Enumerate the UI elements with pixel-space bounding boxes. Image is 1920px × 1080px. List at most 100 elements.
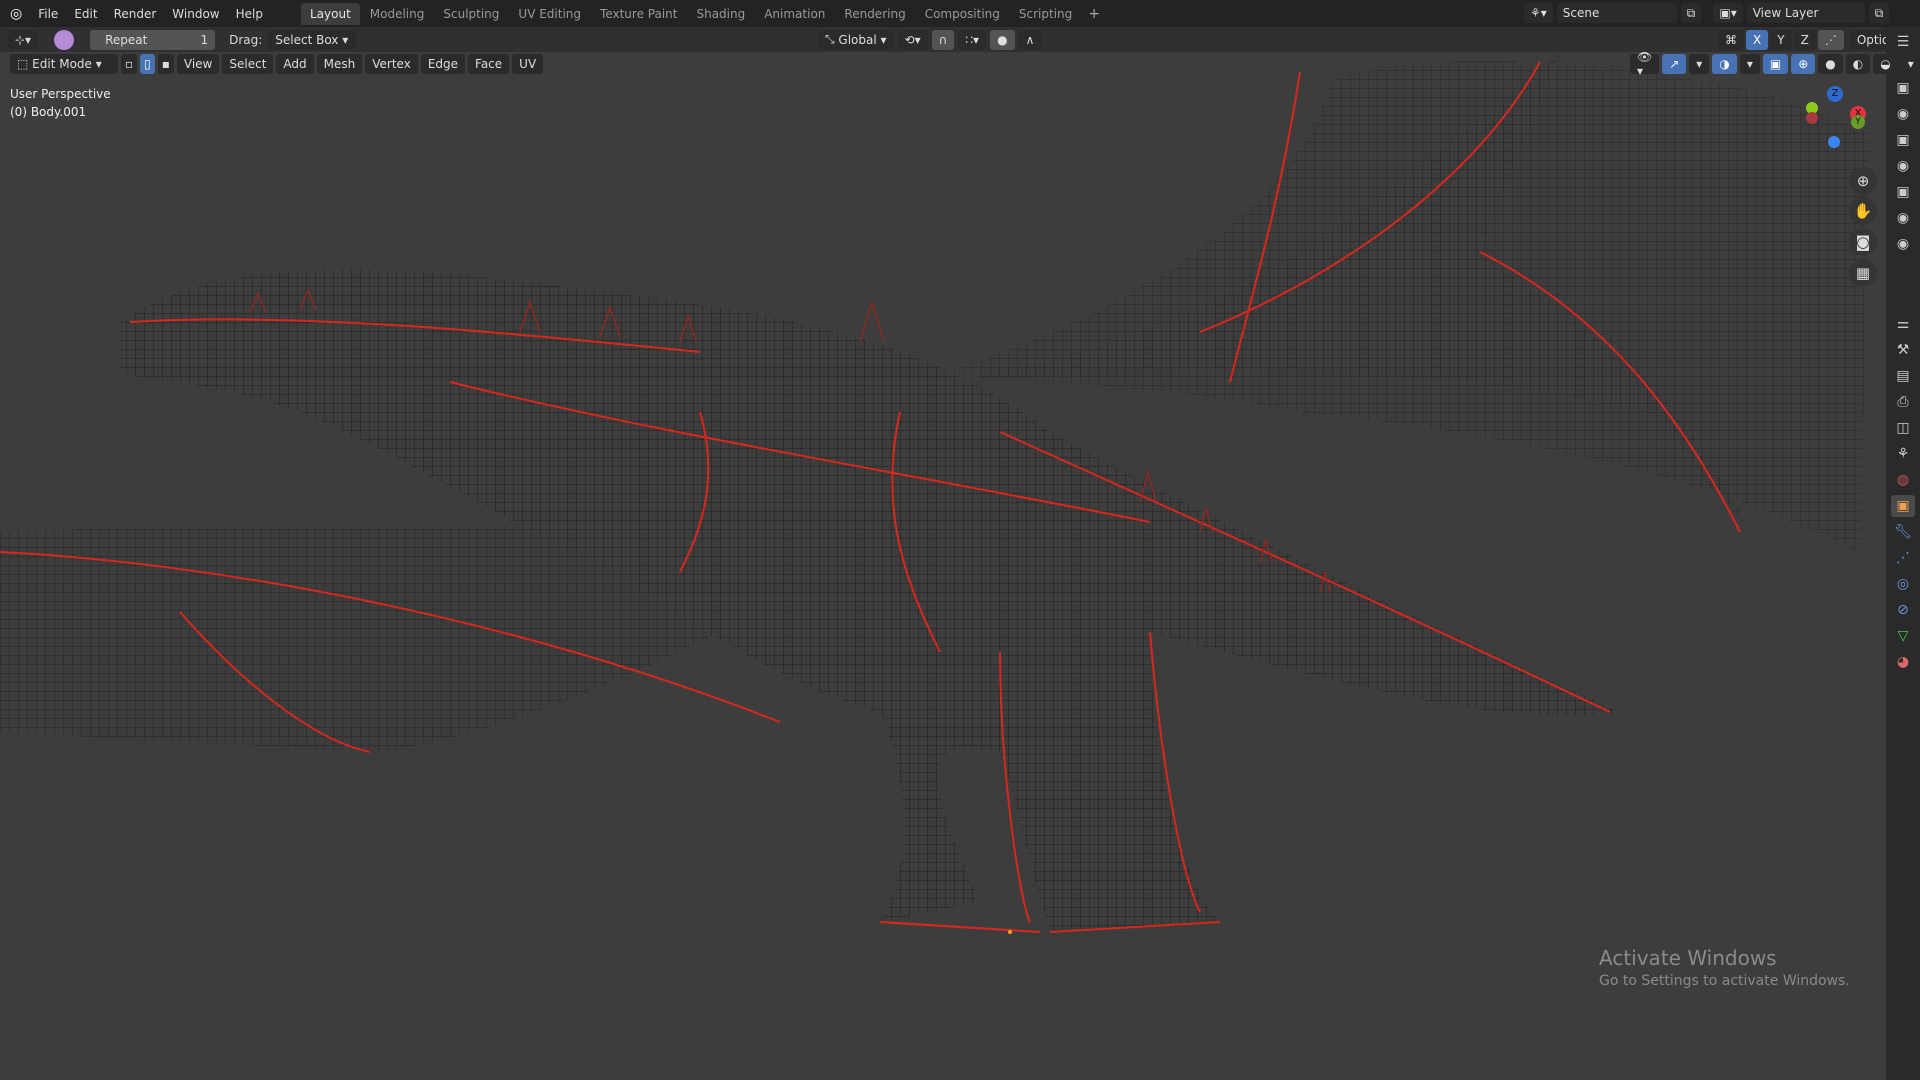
camera-visibility-icon-4[interactable]: ◉ xyxy=(1891,233,1915,255)
view-layer-copy-icon[interactable]: ⧉ xyxy=(1868,3,1890,23)
constraint-properties-icon[interactable]: ⊘ xyxy=(1891,599,1915,621)
mirror-x-toggle[interactable]: X xyxy=(1746,29,1769,50)
camera-view-icon[interactable]: ◙ xyxy=(1849,228,1877,256)
proportional-edit-icon[interactable]: ● xyxy=(990,29,1015,50)
render-camera-icon-2[interactable]: ▣ xyxy=(1891,129,1915,151)
mirror-z-toggle[interactable]: Z xyxy=(1793,29,1816,50)
overlay-toggle-icon[interactable]: ◑ xyxy=(1712,54,1737,74)
editor-type-icon[interactable]: ⊹▾ xyxy=(8,29,39,50)
scene-field[interactable]: Scene xyxy=(1556,3,1677,23)
blender-logo-icon[interactable]: ◎ xyxy=(0,6,30,22)
camera-visibility-icon-3[interactable]: ◉ xyxy=(1891,207,1915,229)
menu-render[interactable]: Render xyxy=(106,7,165,21)
shading-solid-icon[interactable]: ● xyxy=(1818,54,1843,74)
drag-dropdown[interactable]: Select Box ▾ xyxy=(268,29,357,50)
mirror-y-toggle[interactable]: Y xyxy=(1770,29,1792,50)
shading-wireframe-icon[interactable]: ⊕ xyxy=(1791,54,1816,74)
view-layer-icon[interactable]: ▣▾ xyxy=(1713,3,1743,23)
visibility-icon[interactable]: 👁▾ xyxy=(1630,50,1660,78)
tab-modeling[interactable]: Modeling xyxy=(361,3,434,25)
mode-dropdown[interactable]: ⬚ Edit Mode ▾ xyxy=(10,54,118,74)
menu-uv[interactable]: UV xyxy=(512,54,544,74)
gizmo-dropdown[interactable]: ▾ xyxy=(1689,54,1710,74)
menu-mesh[interactable]: Mesh xyxy=(316,54,363,74)
particle-properties-icon[interactable]: ⋰ xyxy=(1891,547,1915,569)
scene-selector-icon[interactable]: ⚘▾ xyxy=(1524,3,1553,23)
pivot-icon[interactable]: ⟲▾ xyxy=(897,29,928,50)
menu-edit[interactable]: Edit xyxy=(66,7,105,21)
pan-hand-icon[interactable]: ✋ xyxy=(1849,197,1877,225)
tab-compositing[interactable]: Compositing xyxy=(916,3,1009,25)
menu-add[interactable]: Add xyxy=(276,54,314,74)
scene-properties-icon[interactable]: ⚘ xyxy=(1891,443,1915,465)
tab-texture-paint[interactable]: Texture Paint xyxy=(591,3,686,25)
mirror-icon[interactable]: ⌘ xyxy=(1718,29,1744,50)
mesh-data-properties-icon[interactable]: ▽ xyxy=(1891,625,1915,647)
render-camera-icon[interactable]: ▣ xyxy=(1891,77,1915,99)
ortho-grid-icon[interactable]: ▦ xyxy=(1849,259,1877,287)
tool-properties-icon[interactable]: ⚒ xyxy=(1891,339,1915,361)
tab-scripting[interactable]: Scripting xyxy=(1010,3,1081,25)
shading-material-icon[interactable]: ◐ xyxy=(1845,54,1871,74)
gizmo-neg-x[interactable] xyxy=(1806,112,1818,124)
material-properties-icon[interactable]: ◕ xyxy=(1891,651,1915,673)
tab-rendering[interactable]: Rendering xyxy=(835,3,914,25)
repeat-button[interactable]: Repeat 1 xyxy=(90,29,216,50)
modifier-properties-icon[interactable]: 🔧︎ xyxy=(1891,521,1915,543)
tab-shading[interactable]: Shading xyxy=(687,3,754,25)
outliner-icon[interactable]: ☰ xyxy=(1891,31,1915,53)
menu-face[interactable]: Face xyxy=(468,54,510,74)
menu-select[interactable]: Select xyxy=(222,54,274,74)
view-header: ⬚ Edit Mode ▾ ▫ ▯ ▪ View Select Add Mesh… xyxy=(0,50,1920,78)
orientation-value: Global xyxy=(838,32,877,47)
falloff-icon[interactable]: ∧ xyxy=(1018,29,1042,50)
scene-copy-icon[interactable]: ⧉ xyxy=(1680,3,1702,23)
world-properties-icon[interactable]: ◍ xyxy=(1891,469,1915,491)
3d-viewport[interactable]: User Perspective (0) Body.001 Z X Y ⊕ ✋ … xyxy=(0,52,1886,1080)
view-layer-field[interactable]: View Layer xyxy=(1746,3,1865,23)
repeat-label: Repeat xyxy=(105,32,148,47)
face-select-icon[interactable]: ▪ xyxy=(157,54,174,74)
activate-windows-subtitle: Go to Settings to activate Windows. xyxy=(1599,973,1850,989)
tab-sculpting[interactable]: Sculpting xyxy=(434,3,508,25)
activate-windows-title: Activate Windows xyxy=(1599,946,1777,970)
gizmo-neg-z[interactable] xyxy=(1828,136,1840,148)
render-properties-icon[interactable]: ▤ xyxy=(1891,365,1915,387)
shading-dropdown[interactable]: ▾ xyxy=(1900,54,1920,74)
menu-view[interactable]: View xyxy=(176,54,220,74)
xray-toggle-icon[interactable]: ▣ xyxy=(1762,54,1789,74)
menu-vertex[interactable]: Vertex xyxy=(365,54,418,74)
zoom-icon[interactable]: ⊕ xyxy=(1849,167,1877,195)
snap-icon[interactable]: ∩ xyxy=(931,29,955,50)
menu-help[interactable]: Help xyxy=(228,7,271,21)
toggle-properties-icon[interactable]: ⚌ xyxy=(1891,313,1915,335)
overlay-dropdown[interactable]: ▾ xyxy=(1739,54,1760,74)
camera-visibility-icon[interactable]: ◉ xyxy=(1891,103,1915,125)
gizmo-toggle-icon[interactable]: ↗ xyxy=(1662,54,1687,74)
menu-edge[interactable]: Edge xyxy=(420,54,466,74)
render-camera-icon-3[interactable]: ▣ xyxy=(1891,181,1915,203)
tab-uv-editing[interactable]: UV Editing xyxy=(509,3,590,25)
navigation-gizmo[interactable]: Z X Y xyxy=(1800,86,1880,166)
menu-window[interactable]: Window xyxy=(164,7,227,21)
active-tool-icon[interactable] xyxy=(54,29,75,50)
object-properties-icon[interactable]: ▣ xyxy=(1891,495,1915,517)
auto-merge-icon[interactable]: ⋰ xyxy=(1817,29,1844,50)
shading-rendered-icon[interactable]: ◒ xyxy=(1873,54,1898,74)
gizmo-y-axis[interactable]: Y xyxy=(1851,115,1865,129)
snap-target-icon[interactable]: ∷▾ xyxy=(958,29,987,50)
tab-animation[interactable]: Animation xyxy=(755,3,834,25)
orientation-dropdown[interactable]: ⤡ Global ▾ xyxy=(818,29,894,50)
edge-select-icon[interactable]: ▯ xyxy=(140,54,155,74)
tab-layout[interactable]: Layout xyxy=(300,2,360,25)
menu-file[interactable]: File xyxy=(30,7,66,21)
active-object-label: (0) Body.001 xyxy=(10,105,87,119)
vertex-select-icon[interactable]: ▫ xyxy=(121,54,138,74)
view-layer-properties-icon[interactable]: ◫ xyxy=(1891,417,1915,439)
gizmo-z-axis[interactable]: Z xyxy=(1827,86,1843,102)
physics-properties-icon[interactable]: ◎ xyxy=(1891,573,1915,595)
camera-visibility-icon-2[interactable]: ◉ xyxy=(1891,155,1915,177)
output-properties-icon[interactable]: ⎙ xyxy=(1891,391,1915,413)
repeat-count: 1 xyxy=(200,32,209,47)
add-workspace-button[interactable]: + xyxy=(1082,6,1106,22)
